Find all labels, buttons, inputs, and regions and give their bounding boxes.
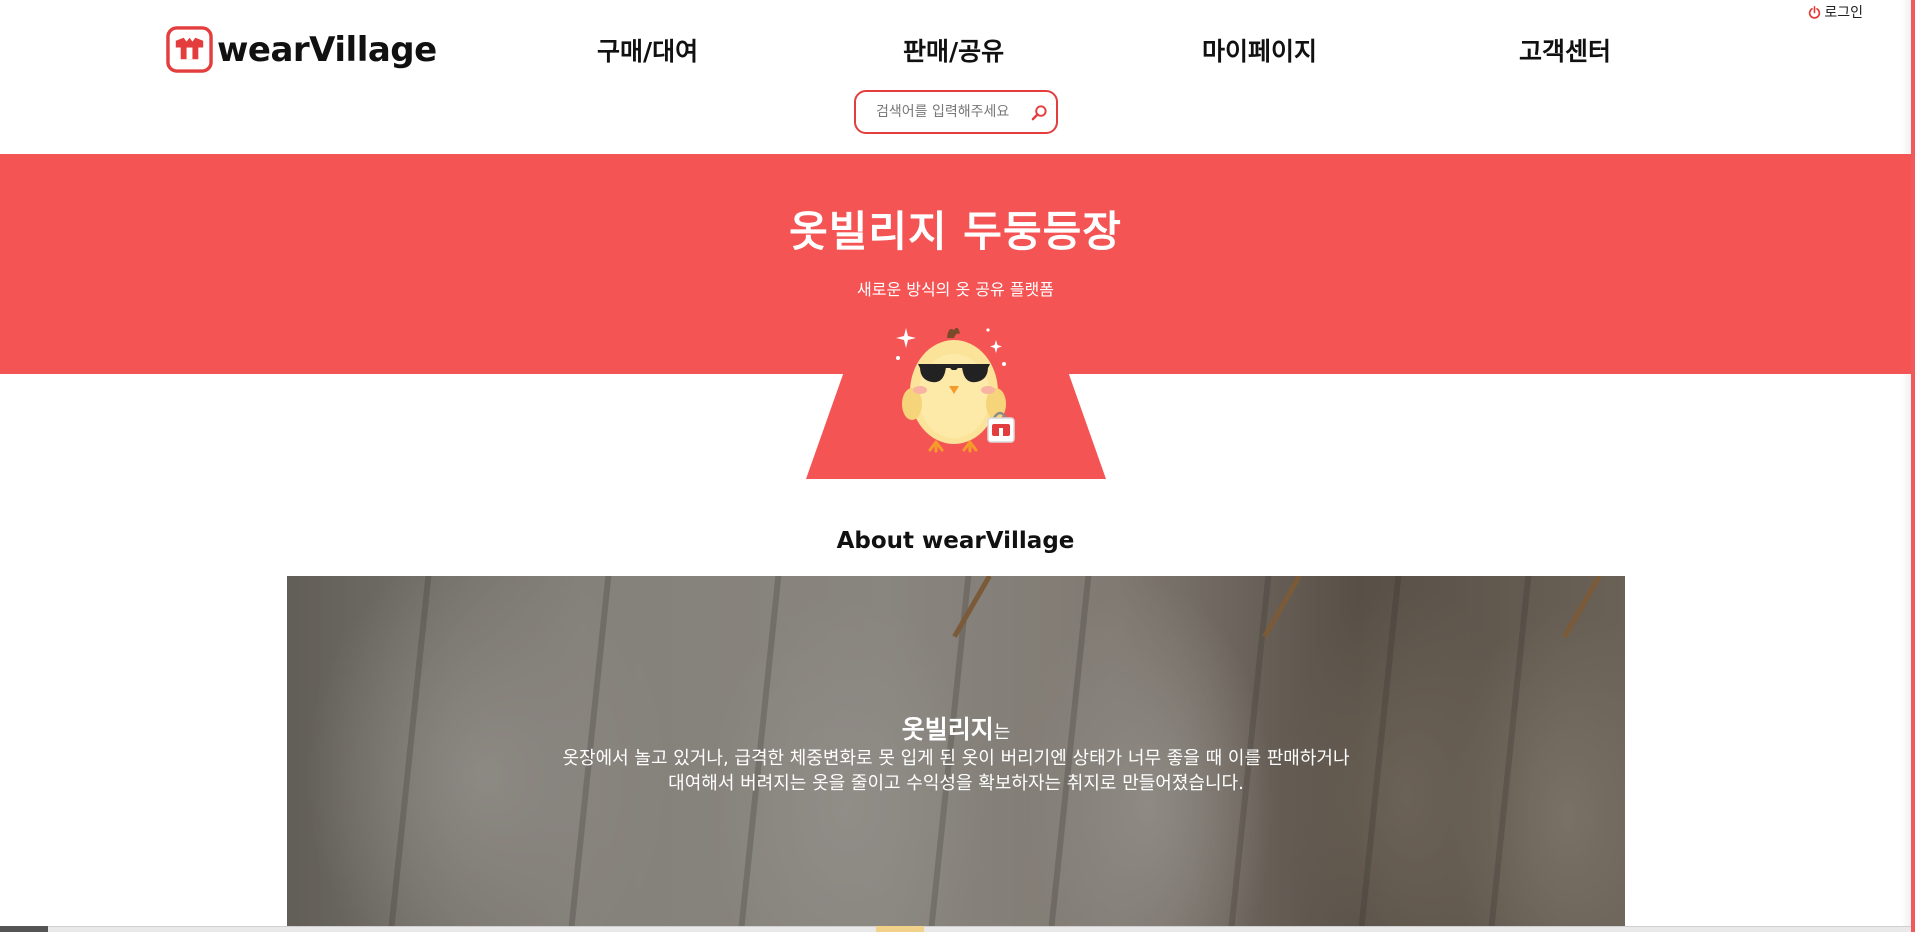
banner-line-1: 옷장에서 놀고 있거나, 급격한 체중변화로 못 입게 된 옷이 버리기엔 상태…: [562, 748, 1350, 769]
banner-text: 옷빌리지는 옷장에서 놀고 있거나, 급격한 체중변화로 못 입게 된 옷이 버…: [287, 710, 1625, 796]
edge-shadow: [1901, 0, 1911, 932]
main-nav: 구매/대여 판매/공유 마이페이지 고객센터: [0, 32, 1915, 72]
hero-subtitle: 새로운 방식의 옷 공유 플랫폼: [857, 280, 1054, 299]
scrollbar-thumb[interactable]: [0, 926, 48, 932]
scrollbar-accent: [876, 926, 924, 932]
banner-lead: 옷빌리지: [901, 715, 994, 744]
login-label: 로그인: [1824, 5, 1863, 21]
nav-item-buy-rent[interactable]: 구매/대여: [597, 32, 698, 68]
edge-line: [1911, 0, 1915, 932]
banner-line-2: 대여해서 버려지는 옷을 줄이고 수익성을 확보하자는 취지로 만들어졌습니다.: [668, 773, 1244, 794]
about-title: About wearVillage: [836, 528, 1075, 554]
horizontal-scrollbar[interactable]: [0, 926, 1911, 932]
nav-item-customer-center[interactable]: 고객센터: [1519, 32, 1611, 68]
search-box: [854, 90, 1058, 134]
search-input[interactable]: [876, 104, 1026, 120]
nav-item-sell-share[interactable]: 판매/공유: [903, 32, 1004, 68]
search-icon[interactable]: [1031, 104, 1048, 121]
login-link[interactable]: 로그인: [1808, 2, 1863, 22]
nav-item-mypage[interactable]: 마이페이지: [1202, 32, 1317, 68]
about-banner: 옷빌리지는 옷장에서 놀고 있거나, 급격한 체중변화로 못 입게 된 옷이 버…: [287, 576, 1625, 926]
chick-mascot-icon: [896, 327, 1015, 453]
hero-title: 옷빌리지 두둥등장: [789, 207, 1122, 256]
banner-lead-suffix: 는: [993, 722, 1011, 743]
power-icon: [1809, 5, 1821, 19]
